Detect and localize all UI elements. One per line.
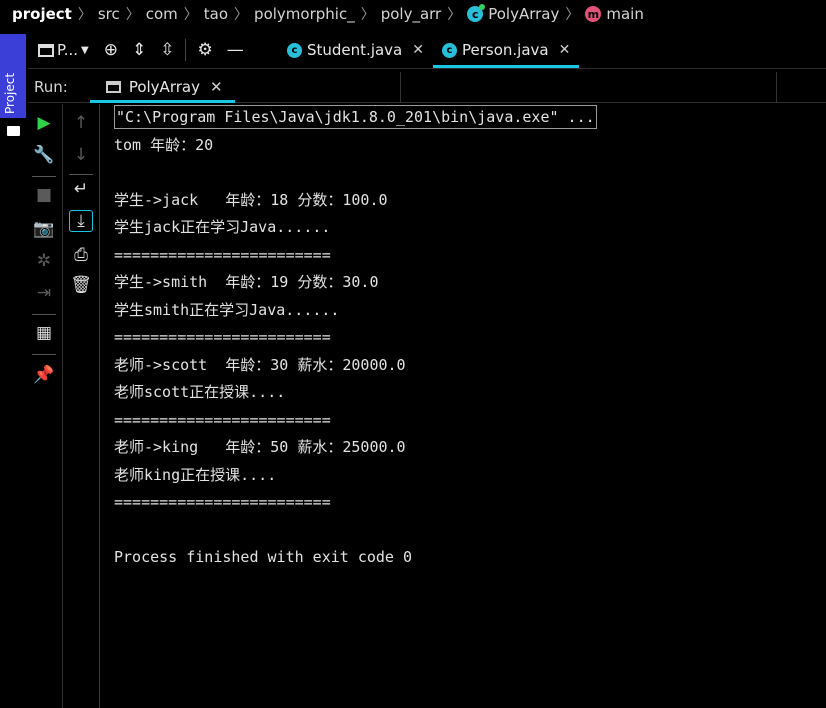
chevron-right-icon: 〉	[234, 7, 249, 23]
breadcrumb-tao[interactable]: tao	[204, 5, 228, 23]
project-toolbar: P... ▼ ⊕ ⇕ ⇳ ⚙ —	[28, 32, 278, 69]
console-line: 学生->jack 年龄：18 分数：100.0	[114, 190, 388, 209]
project-tool-window-button[interactable]: Project	[0, 34, 26, 136]
chevron-right-icon: 〉	[183, 7, 198, 23]
run-label: Run:	[34, 78, 68, 96]
rerun-icon[interactable]: ▶	[26, 110, 62, 136]
toolbar-divider	[185, 39, 187, 61]
editor-tabs: c Student.java ✕ c Person.java ✕	[278, 32, 826, 69]
chevron-right-icon: 〉	[447, 7, 462, 23]
console-line: 老师scott正在授课....	[114, 383, 286, 401]
toolbar-separator	[32, 314, 56, 315]
project-view-dropdown[interactable]: P... ▼	[38, 41, 89, 59]
console-line: 老师->king 年龄：50 薪水：25000.0	[114, 438, 406, 456]
tab-person-java[interactable]: c Person.java ✕	[432, 32, 580, 68]
crosshair-icon[interactable]: ⊕	[104, 40, 118, 60]
run-actions-toolbar: ▶ 🔧 ■ 📷 ✲ ⇥ ▦ 📌	[26, 104, 63, 708]
command-line-text: "C:\Program Files\Java\jdk1.8.0_201\bin\…	[114, 105, 597, 129]
collapse-all-icon[interactable]: ⇳	[160, 40, 174, 60]
console-line: ========================	[114, 493, 331, 511]
divider	[776, 72, 777, 102]
pin-icon[interactable]: 📌	[26, 362, 62, 388]
toolbar-separator	[32, 354, 56, 355]
breadcrumb-main[interactable]: main	[606, 5, 643, 23]
chevron-right-icon: 〉	[565, 7, 580, 23]
breadcrumb-src[interactable]: src	[98, 5, 120, 23]
print-icon[interactable]: ⎙	[63, 242, 99, 268]
console-line: "C:\Program Files\Java\jdk1.8.0_201\bin\…	[114, 104, 814, 132]
console-actions-toolbar: ↑ ↓ ↵ ⤓ ⎙ 🗑	[63, 104, 100, 708]
breadcrumb-polyarray[interactable]: PolyArray	[488, 5, 559, 23]
console-line: 学生jack正在学习Java......	[114, 218, 331, 236]
tab-student-java[interactable]: c Student.java ✕	[278, 32, 433, 68]
camera-icon[interactable]: 📷	[26, 216, 62, 242]
console-line: 学生->smith 年龄：19 分数：30.0	[114, 273, 379, 291]
console-output[interactable]: "C:\Program Files\Java\jdk1.8.0_201\bin\…	[114, 104, 814, 572]
java-class-icon: c	[287, 42, 302, 58]
run-tab-label: PolyArray	[128, 78, 200, 96]
dropdown-arrow-icon: ▼	[81, 44, 89, 56]
arrow-up-icon[interactable]: ↑	[63, 110, 99, 136]
soft-wrap-icon[interactable]: ↵	[63, 176, 99, 202]
console-line: tom 年龄：20	[114, 135, 214, 154]
chevron-right-icon: 〉	[125, 7, 140, 23]
java-class-icon: c	[467, 4, 486, 22]
layout-icon[interactable]: ▦	[26, 320, 62, 346]
console-line: ========================	[114, 328, 331, 346]
minimize-icon[interactable]: —	[227, 40, 244, 60]
method-icon: m	[585, 6, 602, 22]
breadcrumb-polymorphic[interactable]: polymorphic_	[254, 5, 355, 23]
project-view-dropdown-label: P...	[57, 41, 79, 59]
run-toolbar: Run: PolyArray ✕	[28, 72, 826, 103]
close-icon[interactable]: ✕	[210, 78, 223, 96]
breadcrumb-project[interactable]: project	[12, 5, 72, 23]
chevron-right-icon: 〉	[360, 7, 375, 23]
debug-settings-icon[interactable]: ✲	[26, 248, 62, 274]
console-window-icon	[105, 81, 121, 93]
run-tab-polyarray[interactable]: PolyArray ✕	[89, 72, 235, 103]
toolbar-separator	[69, 174, 93, 175]
console-line: Process finished with exit code 0	[114, 548, 413, 566]
project-strip-label: Project	[3, 72, 17, 114]
close-icon[interactable]: ✕	[412, 42, 424, 58]
arrow-down-icon[interactable]: ↓	[63, 142, 99, 168]
breadcrumb-poly-arr[interactable]: poly_arr	[381, 5, 442, 23]
console-line: ========================	[114, 245, 331, 264]
wrench-icon[interactable]: 🔧	[26, 142, 62, 168]
stop-icon[interactable]: ■	[26, 182, 62, 208]
divider	[400, 72, 401, 102]
login-icon[interactable]: ⇥	[26, 280, 62, 306]
console-line: 老师king正在授课....	[114, 465, 277, 484]
expand-all-icon[interactable]: ⇕	[132, 40, 146, 60]
window-icon	[38, 43, 54, 57]
breadcrumb: project 〉 src 〉 com 〉 tao 〉 polymorphic_…	[0, 0, 826, 28]
close-icon[interactable]: ✕	[559, 42, 571, 58]
console-line: ========================	[114, 410, 331, 429]
scroll-to-end-icon[interactable]: ⤓	[63, 208, 99, 234]
java-class-icon: c	[441, 42, 457, 58]
trash-icon[interactable]: 🗑	[63, 272, 99, 298]
folder-icon	[7, 126, 20, 136]
toolbar-separator	[32, 176, 56, 177]
tab-label: Person.java	[461, 41, 549, 59]
console-line: 学生smith正在学习Java......	[114, 300, 340, 319]
gear-icon[interactable]: ⚙	[197, 40, 212, 60]
console-line: 老师->scott 年龄：30 薪水：20000.0	[114, 355, 406, 374]
tab-label: Student.java	[307, 41, 403, 59]
breadcrumb-com[interactable]: com	[146, 5, 178, 23]
chevron-right-icon: 〉	[77, 7, 92, 23]
